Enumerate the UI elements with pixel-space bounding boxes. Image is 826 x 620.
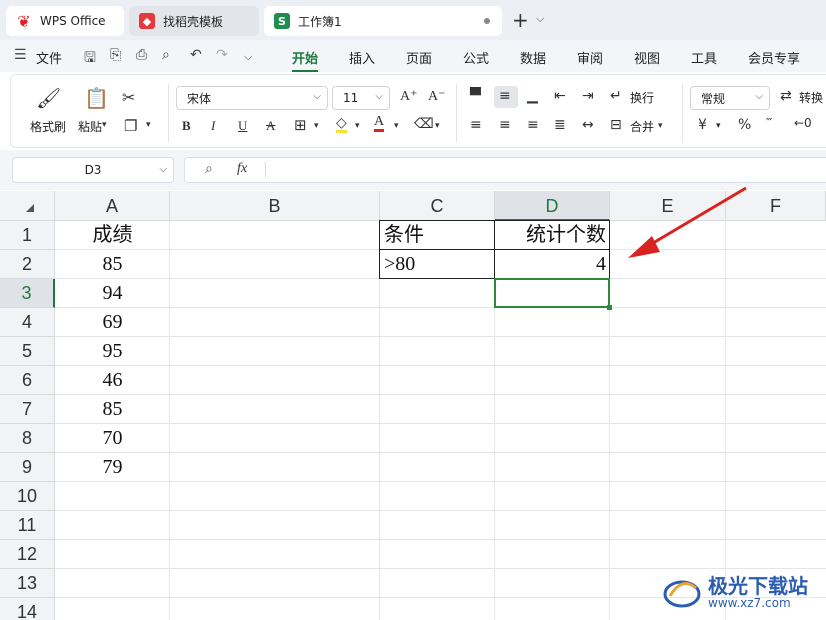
watermark: 极光下载站 www.xz7.com <box>662 570 822 616</box>
watermark-logo-icon <box>663 580 701 608</box>
annotation-arrow-head <box>628 236 660 258</box>
watermark-text: 极光下载站 <box>708 574 808 598</box>
wps-spreadsheet-window: ❦ WPS Office ◆ 找稻壳模板 S 工作簿1 + ⌵ ☰ 文件 🖫 ⎘… <box>0 0 826 620</box>
annotation-arrow <box>628 186 747 258</box>
watermark-url: www.xz7.com <box>708 596 791 610</box>
annotation-arrow-shaft <box>647 186 747 248</box>
